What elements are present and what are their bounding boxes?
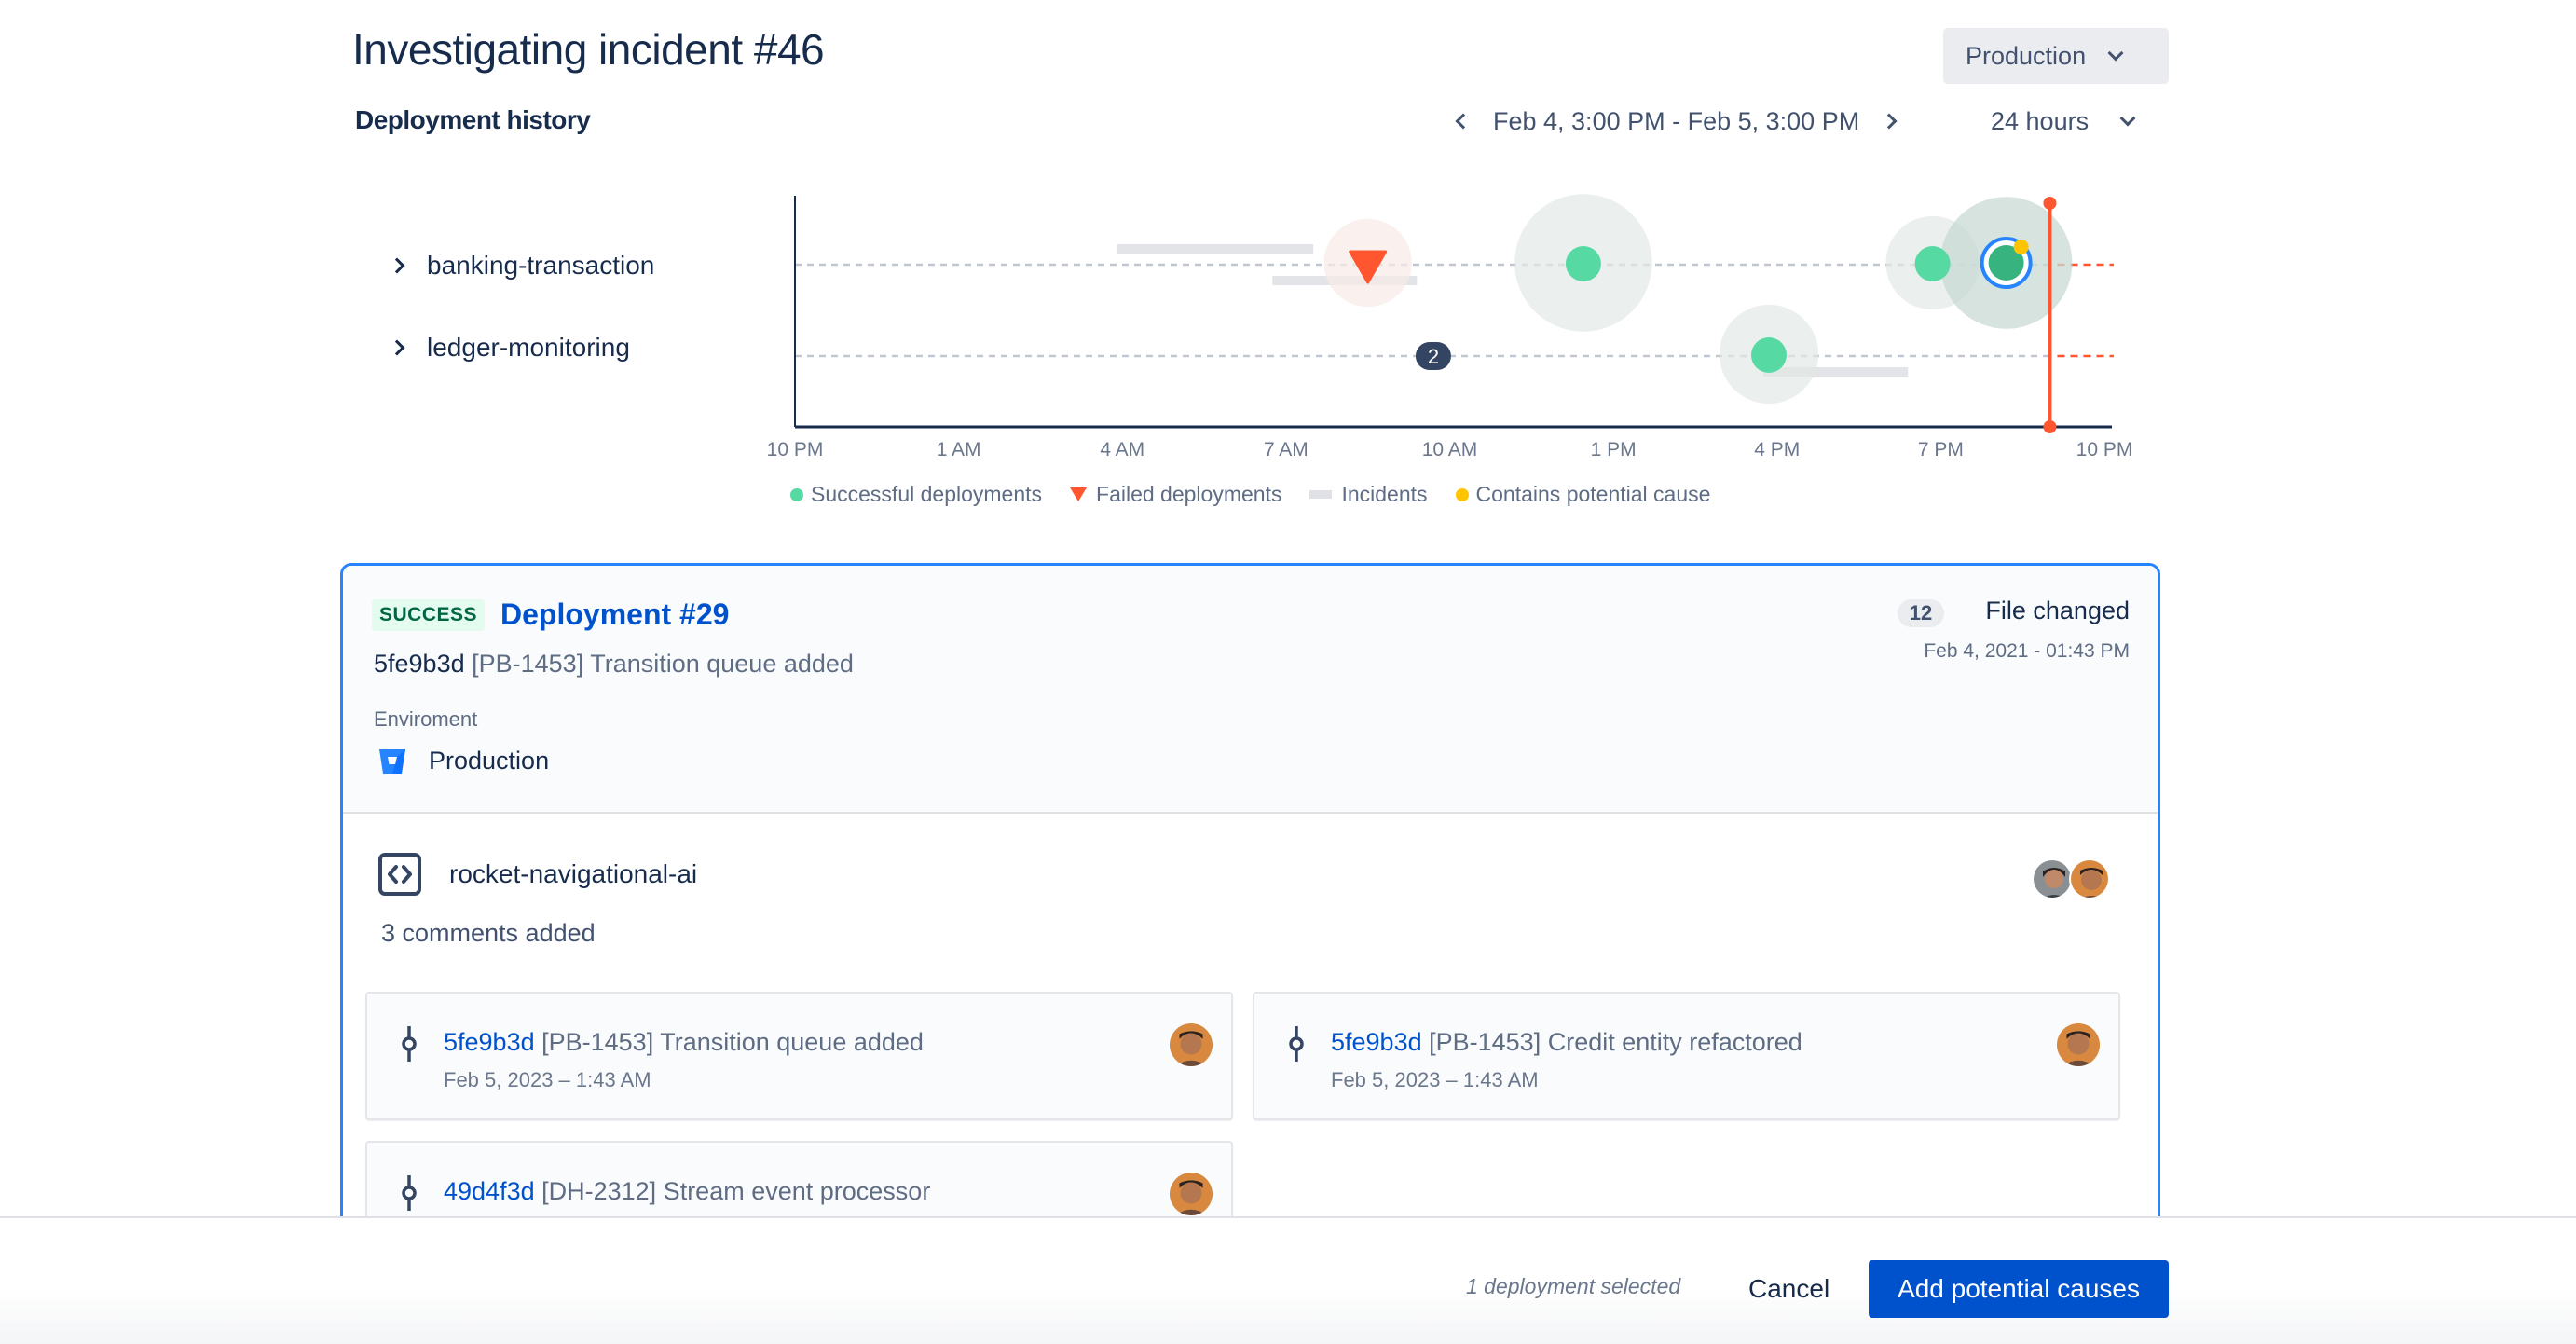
status-badge: SUCCESS	[372, 599, 486, 631]
incident-bar	[1117, 244, 1314, 254]
files-count-badge: 12	[1898, 599, 1944, 627]
successful-deployment-marker	[1750, 337, 1787, 373]
chart-legend: Successful deployments Failed deployment…	[790, 482, 1738, 507]
commit-date: Feb 5, 2023 – 1:43 AM	[1331, 1068, 1539, 1091]
environment-value: Production	[378, 747, 549, 775]
repository-name: rocket-navigational-ai	[449, 859, 698, 888]
cluster-count: 2	[1428, 345, 1439, 368]
commit-message: [PB-1453] Transition queue added	[472, 650, 854, 678]
commit-hash-link[interactable]: 49d4f3d	[444, 1177, 535, 1205]
deployment-date: Feb 4, 2021 - 01:43 PM	[1924, 640, 2130, 662]
incident-time-bottom-dot	[2043, 420, 2057, 433]
bitbucket-icon	[379, 748, 405, 774]
potential-cause-marker	[2013, 240, 2029, 254]
legend-label: Contains potential cause	[1475, 482, 1711, 506]
successful-deployment-marker	[1914, 246, 1951, 281]
successful-deployment-marker	[1565, 246, 1601, 281]
cancel-button[interactable]: Cancel	[1735, 1260, 1843, 1318]
legend-label: Incidents	[1341, 482, 1428, 506]
commit-hash: 5fe9b3d	[374, 650, 465, 678]
commit-date: Feb 5, 2023 – 1:43 AM	[444, 1068, 651, 1091]
legend-item-incidents: Incidents	[1309, 482, 1428, 507]
deployment-summary: SUCCESS Deployment #29 5fe9b3d [PB-1453]…	[343, 566, 2158, 814]
commit-title: 49d4f3d [DH-2312] Stream event processor	[444, 1177, 930, 1206]
comments-count: 3 comments added	[381, 919, 596, 947]
add-potential-causes-button[interactable]: Add potential causes	[1869, 1260, 2169, 1318]
x-tick-label: 10 PM	[767, 439, 824, 460]
legend-item-failed: Failed deployments	[1070, 482, 1281, 507]
legend-item-potential-cause: Contains potential cause	[1455, 482, 1711, 507]
commit-icon	[402, 1026, 417, 1062]
commit-message: [PB-1453] Credit entity refactored	[1429, 1028, 1802, 1056]
x-tick-label: 1 PM	[1591, 439, 1637, 460]
environment-label: Enviroment	[374, 707, 478, 731]
commit-title: 5fe9b3d [PB-1453] Credit entity refactor…	[1331, 1028, 1802, 1057]
x-tick-label: 7 PM	[1918, 439, 1964, 460]
potential-cause-dot-icon	[1455, 487, 1469, 501]
files-changed-label: File changed	[1985, 597, 2130, 624]
commit-card[interactable]: 5fe9b3d [PB-1453] Credit entity refactor…	[1253, 992, 2120, 1120]
commit-hash-link[interactable]: 5fe9b3d	[444, 1028, 535, 1056]
avatar[interactable]	[2069, 858, 2110, 899]
repository: rocket-navigational-ai	[378, 853, 697, 896]
commit-message: [PB-1453] Transition queue added	[541, 1028, 924, 1056]
commit-author-avatar[interactable]	[2057, 1023, 2100, 1066]
legend-label: Failed deployments	[1096, 482, 1282, 506]
selection-count: 1 deployment selected	[1466, 1274, 1681, 1298]
commit-author-avatar[interactable]	[1170, 1173, 1213, 1215]
avatar-group[interactable]	[2032, 858, 2110, 899]
x-tick-label: 4 PM	[1754, 439, 1800, 460]
commit-icon	[1289, 1026, 1304, 1062]
success-dot-icon	[790, 487, 803, 501]
commit-card[interactable]: 5fe9b3d [PB-1453] Transition queue added…	[365, 992, 1233, 1120]
avatar[interactable]	[2032, 858, 2073, 899]
x-tick-label: 7 AM	[1264, 439, 1309, 460]
commit-icon	[402, 1175, 417, 1211]
environment-name: Production	[429, 747, 550, 775]
legend-item-successful: Successful deployments	[790, 482, 1042, 507]
x-tick-label: 10 PM	[2076, 439, 2133, 460]
x-tick-label: 1 AM	[937, 439, 981, 460]
commit-hash-link[interactable]: 5fe9b3d	[1331, 1028, 1422, 1056]
incident-bar-icon	[1309, 490, 1333, 499]
commit-title: 5fe9b3d [PB-1453] Transition queue added	[444, 1028, 924, 1057]
incident-time-top-dot	[2043, 197, 2057, 210]
commit-message: [DH-2312] Stream event processor	[541, 1177, 931, 1205]
deployment-link[interactable]: Deployment #29	[500, 597, 729, 632]
deployment-card[interactable]: SUCCESS Deployment #29 5fe9b3d [PB-1453]…	[340, 563, 2160, 1271]
x-tick-label: 10 AM	[1422, 439, 1478, 460]
deployment-commit: 5fe9b3d [PB-1453] Transition queue added	[374, 650, 854, 679]
footer-bar: 1 deployment selected Cancel Add potenti…	[0, 1216, 2576, 1344]
legend-label: Successful deployments	[811, 482, 1043, 506]
x-tick-label: 4 AM	[1100, 439, 1144, 460]
deployment-history-chart: 2 10 PM 1 AM 4 AM 7 AM 10 AM 1 PM 4 PM 7 PM 10 P…	[767, 194, 2133, 460]
failed-triangle-icon	[1070, 487, 1088, 501]
code-icon	[378, 853, 421, 896]
commit-author-avatar[interactable]	[1170, 1023, 1213, 1066]
